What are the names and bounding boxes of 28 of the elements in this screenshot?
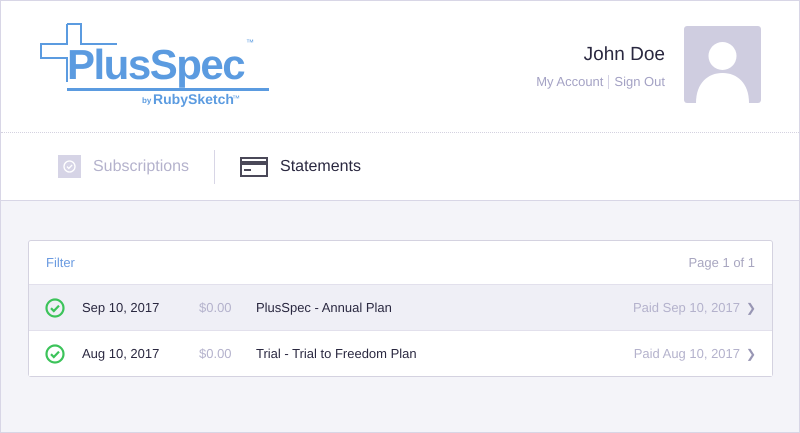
plan-name: PlusSpec - Annual Plan [256, 300, 393, 315]
check-icon [58, 155, 81, 178]
logo-maker-text: RubySketch [153, 91, 234, 107]
chevron-icon: ❯ [746, 300, 756, 314]
check-circle-icon [45, 298, 65, 318]
tab[interactable]: Statements [240, 156, 361, 176]
avatar-icon [684, 26, 761, 103]
filter-link[interactable]: Filter [46, 255, 75, 270]
credit-card-icon [240, 156, 268, 176]
statement-date: Aug 10, 2017 [82, 346, 160, 361]
payment-status: Paid Aug 10, 2017 [634, 346, 740, 361]
chevron-icon: ❯ [746, 346, 756, 360]
payment-status: Paid Sep 10, 2017 [633, 300, 740, 315]
check-circle-icon [45, 344, 65, 364]
trademark-text: ™ [246, 38, 254, 47]
statement-amount: $0.00 [199, 300, 233, 315]
statement-date: Sep 10, 2017 [82, 300, 160, 315]
plan-name: Trial - Trial to Freedom Plan [256, 346, 418, 361]
trademark-text: ™ [232, 94, 240, 103]
statement-row[interactable]: Sep 10, 2017 $0.00 PlusSpec - Annual Plan Paid Sep 10, 2017 ❯ [29, 285, 772, 331]
page-indicator: Page 1 of 1 [688, 255, 755, 270]
statement-amount: $0.00 [199, 346, 233, 361]
logo-text: PlusSpec [67, 44, 244, 86]
user-name: John Doe [584, 44, 665, 66]
logo-by-text: by [142, 96, 152, 105]
account-link[interactable]: My Account [531, 74, 608, 89]
account-link[interactable]: Sign Out [609, 74, 665, 89]
tab[interactable]: Subscriptions [58, 155, 190, 178]
